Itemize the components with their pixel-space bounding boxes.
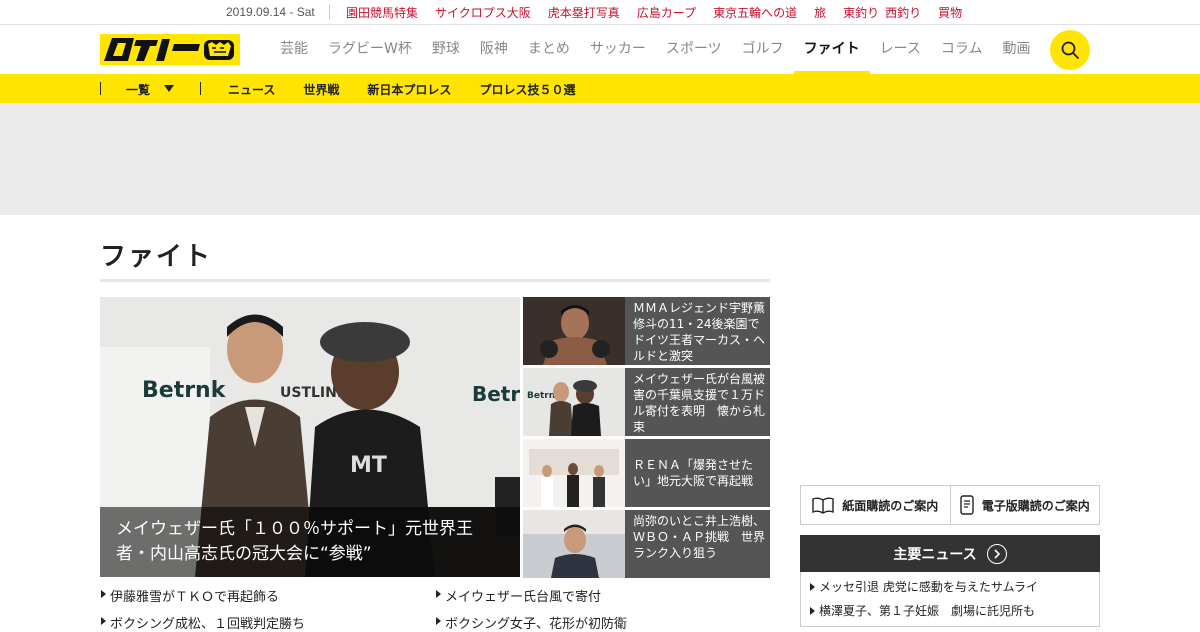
subnav-links: ニュース 世界戦 新日本プロレス プロレス技５０選 [228,81,603,98]
side-article[interactable]: ＲＥＮＡ「爆発させたい」地元大阪で再起戦 [523,439,770,507]
top-link[interactable]: 旅 [814,4,826,21]
paper-subscription-button[interactable]: 紙面購読のご案内 [801,486,950,524]
page-title: ファイト [100,236,770,282]
arrow-right-icon[interactable] [986,543,1007,564]
svg-text:MT: MT [350,453,387,478]
digital-subscription-label: 電子版購読のご案内 [981,498,1090,513]
top-link[interactable]: 虎本塁打写真 [548,4,620,21]
list-dropdown-label[interactable]: 一覧 [126,81,150,98]
side-article[interactable]: ＭＭＡレジェンド宇野薫 修斗の11・24後楽園でドイツ王者マーカス・ヘルドと激突 [523,297,770,365]
subnav-link[interactable]: プロレス技５０選 [479,81,575,98]
article-thumbnail: Betrnk [523,368,625,436]
headline-link[interactable]: 伊藤雅雪がＴＫＯで再起飾る [100,586,435,605]
category-subnav: 一覧 ニュース 世界戦 新日本プロレス プロレス技５０選 [0,74,1200,103]
book-icon [812,497,834,514]
nav-item[interactable]: 芸能 [270,25,318,74]
top-link[interactable]: 園田競馬特集 [346,4,418,21]
search-button[interactable] [1050,30,1090,70]
major-news-item[interactable]: メッセ引退 虎党に感動を与えたサムライ [809,578,1099,602]
major-news-header[interactable]: 主要ニュース [800,535,1100,572]
nav-item[interactable]: 野球 [422,25,470,74]
nav-item[interactable]: ラグビーW杯 [318,25,422,74]
main-content: ファイト Betrnk USTLINE Betr MT メイウェザー氏「１００％… [100,236,770,632]
top-link[interactable]: 東釣り [843,4,879,21]
global-nav: 芸能 ラグビーW杯 野球 阪神 まとめ サッカー スポーツ ゴルフ ファイト レ… [270,25,1088,74]
subnav-link[interactable]: ニュース [228,81,275,98]
digital-subscription-button[interactable]: 電子版購読のご案内 [949,486,1100,524]
nav-item[interactable]: 阪神 [470,25,518,74]
subnav-link[interactable]: 世界戦 [303,81,339,98]
divider [200,82,201,95]
article-title[interactable]: ＲＥＮＡ「爆発させたい」地元大阪で再起戦 [625,439,770,507]
svg-text:Betrnk: Betrnk [142,378,227,403]
site-header: 芸能 ラグビーW杯 野球 阪神 まとめ サッカー スポーツ ゴルフ ファイト レ… [0,25,1200,74]
nav-item[interactable]: レース [870,25,931,74]
divider [100,82,101,95]
article-title[interactable]: メイウェザー氏が台風被害の千葉県支援で１万ドル寄付を表明 懐から札束 [625,368,770,436]
top-link[interactable]: 西釣り [885,4,921,21]
major-news-title: 主要ニュース [893,546,977,563]
tablet-icon [960,495,974,515]
headline-link[interactable]: ボクシング女子、花形が初防衛 [435,613,770,632]
daily-logo[interactable] [100,34,240,65]
top-link[interactable]: サイクロプス大阪 [435,4,531,21]
headline-link[interactable]: ボクシング成松、１回戦判定勝ち [100,613,435,632]
nav-item[interactable]: サッカー [580,25,656,74]
date-label: 2019.09.14 - Sat [226,5,315,19]
nav-item[interactable]: スポーツ [656,25,732,74]
major-news-list: メッセ引退 虎党に感動を与えたサムライ 横澤夏子、第１子妊娠 劇場に託児所も [800,572,1100,627]
major-news-box: 主要ニュース メッセ引退 虎党に感動を与えたサムライ 横澤夏子、第１子妊娠 劇場… [800,535,1100,627]
top-link[interactable]: 広島カープ [637,4,696,21]
article-thumbnail [523,510,625,578]
headline-list: 伊藤雅雪がＴＫＯで再起飾る メイウェザー氏台風で寄付 ボクシング成松、１回戦判定… [100,586,770,632]
nav-item[interactable]: まとめ [518,25,580,74]
hero-article[interactable]: Betrnk USTLINE Betr MT メイウェザー氏「１００％サポート」… [100,297,520,577]
search-icon [1061,41,1079,59]
top-links: 園田競馬特集 サイクロプス大阪 虎本塁打写真 広島カープ 東京五輪への道 旅 東… [346,4,979,21]
side-article[interactable]: Betrnk メイウェザー氏が台風被害の千葉県支援で１万ドル寄付を表明 懐から札… [523,368,770,436]
side-article-list: ＭＭＡレジェンド宇野薫 修斗の11・24後楽園でドイツ王者マーカス・ヘルドと激突… [523,297,770,581]
subnav-link[interactable]: 新日本プロレス [367,81,451,98]
top-link[interactable]: 東京五輪への道 [713,4,797,21]
top-bar: 2019.09.14 - Sat 園田競馬特集 サイクロプス大阪 虎本塁打写真 … [0,0,1200,25]
top-link[interactable]: 買物 [938,4,962,21]
article-title[interactable]: 尚弥のいとこ井上浩樹、ＷＢＯ・ＡＰ挑戦 世界ランク入り狙う [625,510,770,578]
major-news-item[interactable]: 横澤夏子、第１子妊娠 劇場に託児所も [809,602,1099,626]
nav-item[interactable]: コラム [931,25,993,74]
side-article[interactable]: 尚弥のいとこ井上浩樹、ＷＢＯ・ＡＰ挑戦 世界ランク入り狙う [523,510,770,578]
article-title[interactable]: ＭＭＡレジェンド宇野薫 修斗の11・24後楽園でドイツ王者マーカス・ヘルドと激突 [625,297,770,365]
svg-text:Betr: Betr [472,382,520,406]
dropdown-triangle-icon[interactable] [164,85,174,92]
hero-caption[interactable]: メイウェザー氏「１００％サポート」元世界王者・内山高志氏の冠大会に“参戦” [100,507,520,577]
article-thumbnail [523,297,625,365]
nav-item-fight-active[interactable]: ファイト [793,25,870,74]
headline-link[interactable]: メイウェザー氏台風で寄付 [435,586,770,605]
ad-banner-area [0,103,1200,215]
paper-subscription-label: 紙面購読のご案内 [842,498,939,513]
subscription-buttons: 紙面購読のご案内 電子版購読のご案内 [800,485,1100,525]
article-thumbnail [523,439,625,507]
divider [329,4,330,20]
nav-item[interactable]: 動画 [992,25,1040,74]
nav-item[interactable]: ゴルフ [732,25,794,74]
